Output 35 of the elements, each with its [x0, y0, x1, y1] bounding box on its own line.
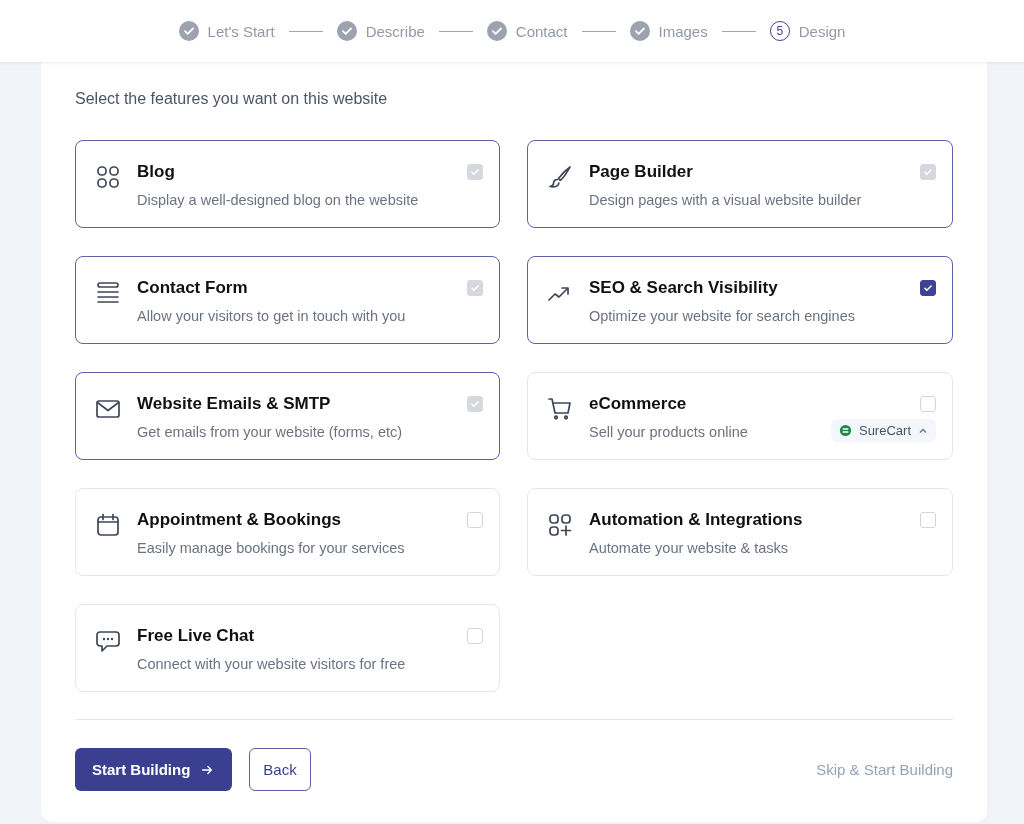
feature-title: Free Live Chat [137, 626, 256, 646]
plugin-badge[interactable]: SureCart [830, 419, 936, 442]
feature-description: Design pages with a visual website builder [589, 191, 862, 209]
feature-description: Sell your products online [589, 423, 748, 441]
grid-icon [95, 164, 121, 190]
feature-title: Appointment & Bookings [137, 510, 342, 530]
feature-description: Optimize your website for search engines [589, 307, 855, 325]
feature-title: Automation & Integrations [589, 510, 804, 530]
calendar-icon [95, 512, 121, 538]
feature-title: SEO & Search Visibility [589, 278, 779, 298]
feature-description: Easily manage bookings for your services [137, 539, 405, 557]
feature-description: Allow your visitors to get in touch with you [137, 307, 406, 325]
feature-title: Contact Form [137, 278, 249, 298]
feature-card[interactable]: Free Live Chat Connect with your website visitors for free [75, 604, 500, 692]
feature-title: Website Emails & SMTP [137, 394, 332, 414]
cart-icon [547, 396, 573, 422]
feature-description: Automate your website & tasks [589, 539, 789, 557]
checkbox[interactable] [920, 280, 936, 296]
feature-card[interactable]: SEO & Search Visibility Optimize your website for search engines [527, 256, 953, 344]
feature-card[interactable]: Automation & Integrations Automate your website & tasks [527, 488, 953, 576]
feature-title: Blog [137, 162, 176, 182]
feature-description: Connect with your website visitors for free [137, 655, 406, 673]
feature-card[interactable]: Appointment & Bookings Easily manage bookings for your services [75, 488, 500, 576]
feature-description: Get emails from your website (forms, etc) [137, 423, 403, 441]
brush-icon [547, 164, 573, 190]
feature-description: Display a well-designed blog on the website [137, 191, 419, 209]
chat-icon [95, 628, 121, 654]
feature-card[interactable]: eCommerce Sell your products online SureCart [527, 372, 953, 460]
back-button[interactable]: Back [249, 748, 311, 791]
apps-icon [547, 512, 573, 538]
feature-title: Page Builder [589, 162, 694, 182]
start-building-button[interactable]: Start Building [75, 748, 233, 791]
feature-title: eCommerce [589, 394, 688, 414]
page-subtitle: Select the features you want on this website [75, 89, 389, 109]
lines-icon [95, 280, 121, 306]
